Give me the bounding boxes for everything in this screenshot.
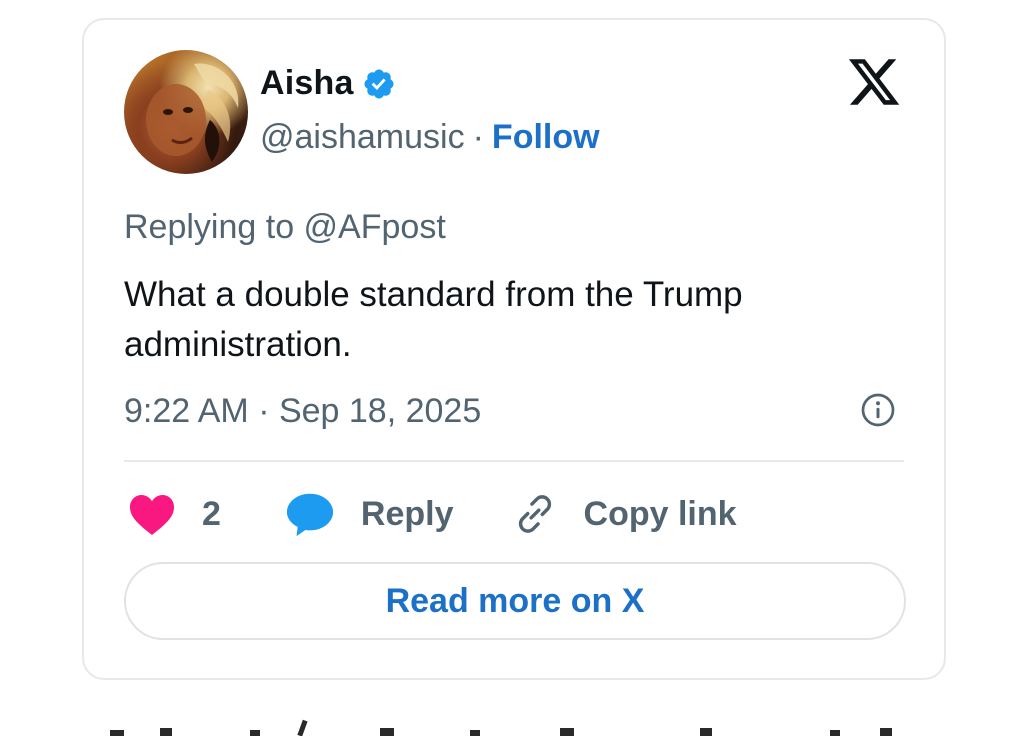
replying-to-text: Replying to @AFpost — [124, 208, 446, 246]
reply-bubble-icon[interactable] — [285, 490, 335, 538]
copy-link-action[interactable]: Copy link — [512, 491, 737, 537]
follow-button[interactable]: Follow — [492, 118, 600, 157]
like-count: 2 — [202, 494, 221, 533]
author-name[interactable]: Aisha — [260, 64, 354, 103]
avatar-image — [146, 63, 239, 162]
info-icon[interactable] — [860, 392, 896, 428]
action-bar: 2 Reply Copy link — [128, 490, 737, 538]
like-action[interactable]: 2 — [128, 492, 285, 536]
handle-row: @aishamusic · Follow — [260, 118, 600, 157]
cropped-text-fragments — [110, 719, 892, 736]
heart-icon[interactable] — [128, 492, 176, 536]
copy-link-label[interactable]: Copy link — [584, 495, 737, 534]
reply-action[interactable]: Reply — [285, 490, 512, 538]
author-row: Aisha — [260, 64, 396, 103]
divider — [124, 460, 904, 462]
x-logo-icon[interactable] — [846, 54, 902, 110]
tweet-body: What a double standard from the Trump ad… — [124, 275, 743, 364]
tweet-card: Aisha @aishamusic · Follow Replying to @… — [82, 18, 946, 680]
handle-separator: · — [472, 118, 484, 156]
tweet-timestamp[interactable]: 9:22 AM · Sep 18, 2025 — [124, 392, 481, 431]
reply-label[interactable]: Reply — [361, 495, 454, 534]
link-icon[interactable] — [512, 491, 558, 537]
avatar[interactable] — [124, 50, 248, 174]
author-handle[interactable]: @aishamusic — [260, 118, 465, 157]
verified-badge-icon — [364, 68, 394, 99]
read-more-button[interactable]: Read more on X — [124, 562, 906, 640]
